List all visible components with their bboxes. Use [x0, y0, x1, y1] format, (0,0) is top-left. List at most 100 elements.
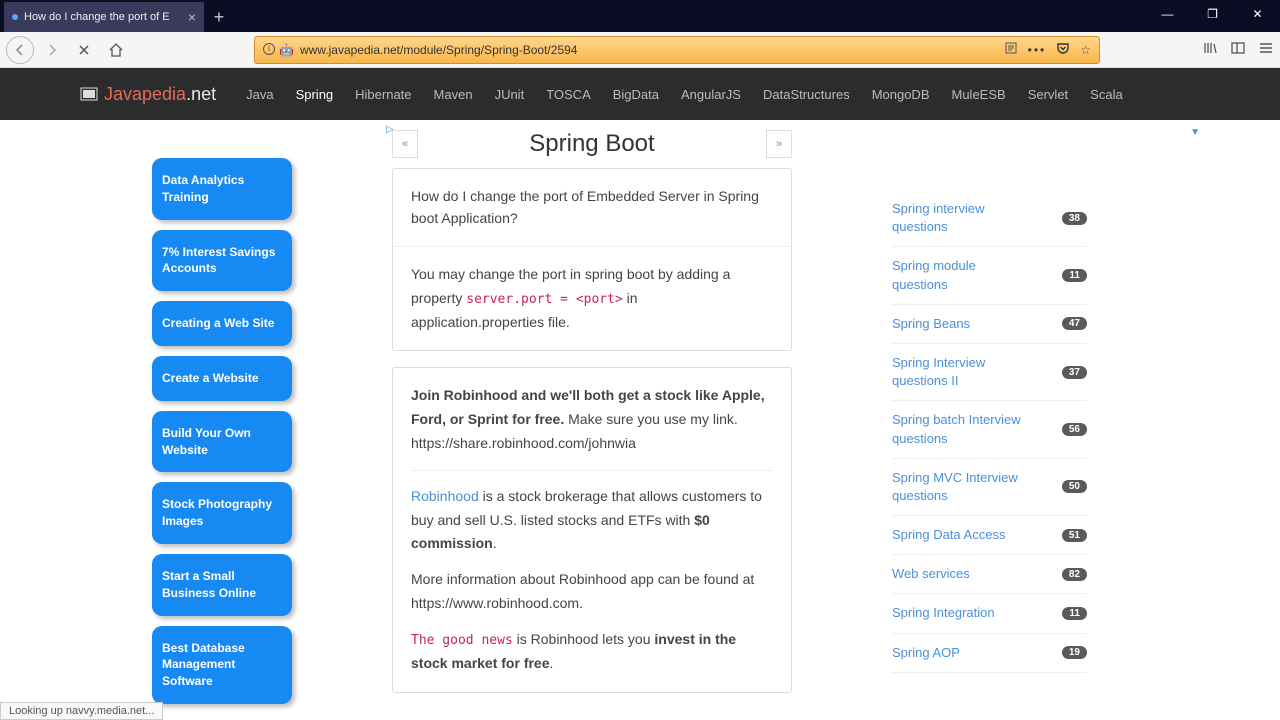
sidebar-icon[interactable]: [1230, 40, 1246, 59]
site-logo[interactable]: Javapedia.net: [80, 84, 216, 105]
sidebar-link[interactable]: Spring interview questions 38: [892, 190, 1087, 247]
sidebar-link[interactable]: Spring Beans 47: [892, 305, 1087, 344]
logo-icon: [80, 85, 98, 103]
robot-icon[interactable]: 🤖: [279, 43, 294, 57]
sidebar-link[interactable]: Spring AOP 19: [892, 634, 1087, 673]
sidebar-link-label: Spring Integration: [892, 604, 995, 622]
ad-button[interactable]: 7% Interest Savings Accounts: [152, 230, 292, 292]
sidebar-link-count: 82: [1062, 568, 1087, 581]
sidebar-link-count: 38: [1062, 212, 1087, 225]
new-tab-button[interactable]: +: [204, 2, 234, 32]
answer-text: You may change the port in spring boot b…: [393, 247, 791, 351]
sidebar-link-count: 50: [1062, 480, 1087, 493]
sidebar-link-count: 19: [1062, 646, 1087, 659]
sidebar-link-label: Spring MVC Interview questions: [892, 469, 1022, 505]
window-close[interactable]: ✕: [1235, 0, 1280, 28]
stop-button[interactable]: [70, 36, 98, 64]
star-icon[interactable]: ☆: [1080, 43, 1091, 57]
home-button[interactable]: [102, 36, 130, 64]
promo-p1-end: .: [493, 535, 497, 551]
question-text: How do I change the port of Embedded Ser…: [393, 169, 791, 247]
nav-item-angularjs[interactable]: AngularJS: [679, 81, 743, 108]
promo-head: Join Robinhood and we'll both get a stoc…: [411, 384, 773, 470]
browser-titlebar: How do I change the port of E × + — ❐ ✕: [0, 0, 1280, 32]
sidebar-link[interactable]: Spring Integration 11: [892, 594, 1087, 633]
sidebar-link[interactable]: Spring Interview questions II 37: [892, 344, 1087, 401]
sidebar-link-count: 56: [1062, 423, 1087, 436]
tab-close-icon[interactable]: ×: [188, 9, 196, 25]
browser-toolbar: i 🤖 www.javapedia.net/module/Spring/Spri…: [0, 32, 1280, 68]
nav-item-scala[interactable]: Scala: [1088, 81, 1125, 108]
forward-button[interactable]: [38, 36, 66, 64]
nav-item-mongodb[interactable]: MongoDB: [870, 81, 932, 108]
robinhood-link[interactable]: Robinhood: [411, 488, 479, 504]
window-maximize[interactable]: ❐: [1190, 0, 1235, 28]
page-title: Spring Boot: [418, 130, 766, 158]
sidebar-link-count: 47: [1062, 317, 1087, 330]
sidebar-link-label: Spring module questions: [892, 257, 1022, 293]
sidebar-link-label: Spring Beans: [892, 315, 970, 333]
sidebar-link[interactable]: Spring batch Interview questions 56: [892, 401, 1087, 458]
pocket-icon[interactable]: [1056, 41, 1070, 58]
nav-item-maven[interactable]: Maven: [432, 81, 475, 108]
tab-title: How do I change the port of E: [24, 11, 184, 23]
sidebar-link[interactable]: Web services82: [892, 555, 1087, 594]
qa-box: How do I change the port of Embedded Ser…: [392, 168, 792, 351]
nav-item-java[interactable]: Java: [244, 81, 275, 108]
nav-items: Java Spring Hibernate Maven JUnit TOSCA BigDat…: [244, 81, 1125, 108]
window-minimize[interactable]: —: [1145, 0, 1190, 28]
nav-item-servlet[interactable]: Servlet: [1026, 81, 1070, 108]
ad-button[interactable]: Data Analytics Training: [152, 158, 292, 220]
ad-button[interactable]: Build Your Own Website: [152, 411, 292, 473]
promo-p3-a: is Robinhood lets you: [513, 631, 655, 647]
nav-item-muleesb[interactable]: MuleESB: [950, 81, 1008, 108]
ad-button[interactable]: Best Database Management Software: [152, 626, 292, 704]
ad-button[interactable]: Start a Small Business Online: [152, 554, 292, 616]
pager-next[interactable]: »: [766, 130, 792, 158]
sidebar-link-count: 11: [1062, 269, 1087, 282]
tab-loading-dot: [12, 14, 18, 20]
sidebar-link-label: Spring Interview questions II: [892, 354, 1022, 390]
browser-tab[interactable]: How do I change the port of E ×: [4, 2, 204, 32]
sidebar-link-label: Spring batch Interview questions: [892, 411, 1022, 447]
nav-item-tosca[interactable]: TOSCA: [544, 81, 593, 108]
right-sidebar: Spring interview questions 38 Spring modul…: [892, 190, 1087, 704]
library-icon[interactable]: [1202, 40, 1218, 59]
sidebar-link[interactable]: Spring Data Access51: [892, 516, 1087, 555]
menu-icon[interactable]: [1258, 40, 1274, 59]
url-bar[interactable]: i 🤖 www.javapedia.net/module/Spring/Spri…: [254, 36, 1100, 64]
site-navbar: Javapedia.net Java Spring Hibernate Maven JU…: [66, 68, 1214, 120]
ad-button[interactable]: Create a Website: [152, 356, 292, 401]
promo-p3-code: The good news: [411, 633, 513, 648]
promo-p3-end: .: [550, 655, 554, 671]
nav-item-spring[interactable]: Spring: [294, 81, 336, 108]
logo-text-main: Javapedia: [104, 84, 186, 104]
page-viewport[interactable]: Javapedia.net Java Spring Hibernate Maven JU…: [0, 68, 1280, 720]
sidebar-link-label: Spring interview questions: [892, 200, 1022, 236]
ad-button[interactable]: Stock Photography Images: [152, 482, 292, 544]
promo-box: Join Robinhood and we'll both get a stoc…: [392, 367, 792, 692]
browser-status-bar: Looking up navvy.media.net...: [0, 702, 163, 720]
nav-item-hibernate[interactable]: Hibernate: [353, 81, 413, 108]
more-icon[interactable]: •••: [1028, 43, 1047, 57]
ad-indicator-icon[interactable]: [386, 124, 394, 135]
ad-column: Data Analytics Training 7% Interest Savin…: [152, 158, 292, 704]
nav-item-bigdata[interactable]: BigData: [611, 81, 661, 108]
sidebar-link-count: 11: [1062, 607, 1087, 620]
sidebar-link[interactable]: Spring MVC Interview questions 50: [892, 459, 1087, 516]
url-text: www.javapedia.net/module/Spring/Spring-B…: [300, 43, 1004, 57]
pager-prev[interactable]: «: [392, 130, 418, 158]
info-icon[interactable]: i: [263, 43, 275, 55]
promo-p2: More information about Robinhood app can…: [411, 568, 773, 616]
sidebar-link-label: Spring AOP: [892, 644, 960, 662]
nav-item-datastructures[interactable]: DataStructures: [761, 81, 852, 108]
sidebar-link-label: Spring Data Access: [892, 526, 1005, 544]
ad-button[interactable]: Creating a Web Site: [152, 301, 292, 346]
back-button[interactable]: [6, 36, 34, 64]
reader-icon[interactable]: [1004, 41, 1018, 58]
main-content: « Spring Boot » How do I change the port…: [392, 130, 792, 704]
sidebar-link[interactable]: Spring module questions 11: [892, 247, 1087, 304]
nav-item-junit[interactable]: JUnit: [493, 81, 527, 108]
sidebar-link-count: 37: [1062, 366, 1087, 379]
answer-code: server.port = <port>: [466, 292, 623, 307]
